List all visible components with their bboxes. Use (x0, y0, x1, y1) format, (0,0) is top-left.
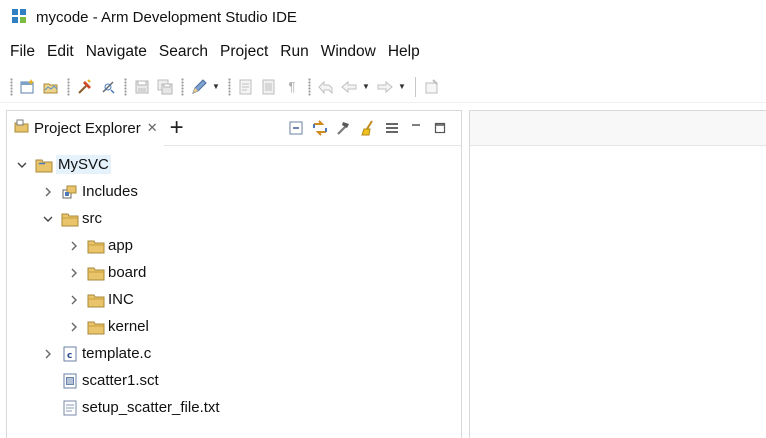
tree-node-template-c[interactable]: c template.c (7, 340, 461, 367)
chevron-right-icon[interactable] (67, 293, 81, 307)
project-explorer-icon (14, 118, 30, 138)
title-bar: mycode - Arm Development Studio IDE (0, 0, 766, 34)
toolbar-grip[interactable] (228, 77, 231, 96)
close-icon[interactable]: ✕ (147, 120, 158, 136)
save-icon[interactable] (131, 76, 153, 98)
chevron-down-icon[interactable] (15, 158, 29, 172)
maximize-icon[interactable] (429, 117, 451, 139)
project-folder-icon (35, 157, 53, 173)
menu-run[interactable]: Run (274, 43, 314, 61)
pin-editor-icon[interactable] (421, 76, 443, 98)
chevron-right-icon[interactable] (67, 266, 81, 280)
editor-area[interactable] (469, 110, 766, 438)
arm-ds-icon (12, 9, 28, 25)
tree-label: template.c (82, 345, 152, 362)
view-header: Project Explorer ✕ + (7, 110, 461, 146)
svg-text:c: c (67, 351, 72, 361)
tree-node-src[interactable]: src (7, 205, 461, 232)
new-wizard-icon[interactable] (17, 76, 39, 98)
list-icon[interactable] (258, 76, 280, 98)
broom-icon[interactable] (357, 117, 379, 139)
new-view-button[interactable]: + (170, 116, 184, 140)
pilcrow-icon[interactable]: ¶ (281, 76, 303, 98)
toolbar-grip[interactable] (124, 77, 127, 96)
editor-header (470, 111, 766, 146)
menu-file[interactable]: File (8, 43, 41, 61)
tab-label: Project Explorer (34, 119, 141, 137)
tree-node-app[interactable]: app (7, 232, 461, 259)
project-tree: MySVC Includes src app board INC kernel … (7, 151, 461, 421)
back-icon[interactable] (338, 76, 360, 98)
toolbar-grip[interactable] (308, 77, 311, 96)
chevron-right-icon[interactable] (41, 185, 55, 199)
tree-label: Includes (82, 183, 138, 200)
menu-edit[interactable]: Edit (41, 43, 80, 61)
view-menu-icon[interactable] (381, 117, 403, 139)
folder-icon (87, 238, 105, 254)
chevron-right-icon[interactable] (41, 347, 55, 361)
debug-icon[interactable] (97, 76, 119, 98)
pencil-dropdown-icon[interactable]: ▼ (211, 76, 221, 98)
tree-label: app (108, 237, 134, 254)
toolbar-separator (415, 76, 416, 97)
open-folder-icon[interactable] (40, 76, 62, 98)
folder-icon (87, 292, 105, 308)
tree-node-board[interactable]: board (7, 259, 461, 286)
folder-icon (87, 319, 105, 335)
main-toolbar: ▼ ¶ ▼ ▼ (0, 71, 766, 103)
chevron-right-icon[interactable] (67, 320, 81, 334)
tree-node-mysvc[interactable]: MySVC (7, 151, 461, 178)
menu-bar: File Edit Navigate Search Project Run Wi… (0, 37, 766, 67)
menu-help[interactable]: Help (382, 43, 426, 61)
menu-search[interactable]: Search (153, 43, 214, 61)
tree-node-inc[interactable]: INC (7, 286, 461, 313)
minimize-icon[interactable] (405, 117, 427, 139)
link-with-editor-icon[interactable] (309, 117, 331, 139)
tree-node-scatter1-sct[interactable]: scatter1.sct (7, 367, 461, 394)
pencil-icon[interactable] (188, 76, 210, 98)
chevron-down-icon[interactable] (41, 212, 55, 226)
menu-window[interactable]: Window (315, 43, 382, 61)
menu-project[interactable]: Project (214, 43, 274, 61)
tree-label: kernel (108, 318, 149, 335)
back-nav-icon[interactable] (315, 76, 337, 98)
source-folder-icon (61, 211, 79, 227)
tree-label: src (82, 210, 102, 227)
tree-label: MySVC (56, 155, 111, 174)
view-toolbar (283, 117, 461, 139)
task-icon[interactable] (235, 76, 257, 98)
build-icon[interactable] (74, 76, 96, 98)
back-dropdown-icon[interactable]: ▼ (361, 76, 371, 98)
save-all-icon[interactable] (154, 76, 176, 98)
collapse-all-icon[interactable] (285, 117, 307, 139)
folder-icon (87, 265, 105, 281)
hammer-icon[interactable] (333, 117, 355, 139)
toolbar-grip[interactable] (67, 77, 70, 96)
tab-project-explorer[interactable]: Project Explorer ✕ (7, 110, 164, 146)
tree-label: board (108, 264, 147, 281)
c-file-icon: c (61, 346, 79, 362)
sct-file-icon (61, 373, 79, 389)
tree-node-kernel[interactable]: kernel (7, 313, 461, 340)
tree-label: setup_scatter_file.txt (82, 399, 220, 416)
includes-icon (61, 184, 79, 200)
toolbar-grip[interactable] (10, 77, 13, 96)
chevron-right-icon[interactable] (67, 239, 81, 253)
tree-label: INC (108, 291, 134, 308)
tree-node-includes[interactable]: Includes (7, 178, 461, 205)
window-title: mycode - Arm Development Studio IDE (36, 8, 297, 26)
forward-dropdown-icon[interactable]: ▼ (397, 76, 407, 98)
project-explorer-view: Project Explorer ✕ + MySVC Includes src … (6, 110, 462, 438)
toolbar-grip[interactable] (181, 77, 184, 96)
tree-label: scatter1.sct (82, 372, 159, 389)
forward-icon[interactable] (374, 76, 396, 98)
menu-navigate[interactable]: Navigate (80, 43, 153, 61)
tree-node-setup-scatter-file-txt[interactable]: setup_scatter_file.txt (7, 394, 461, 421)
text-file-icon (61, 400, 79, 416)
